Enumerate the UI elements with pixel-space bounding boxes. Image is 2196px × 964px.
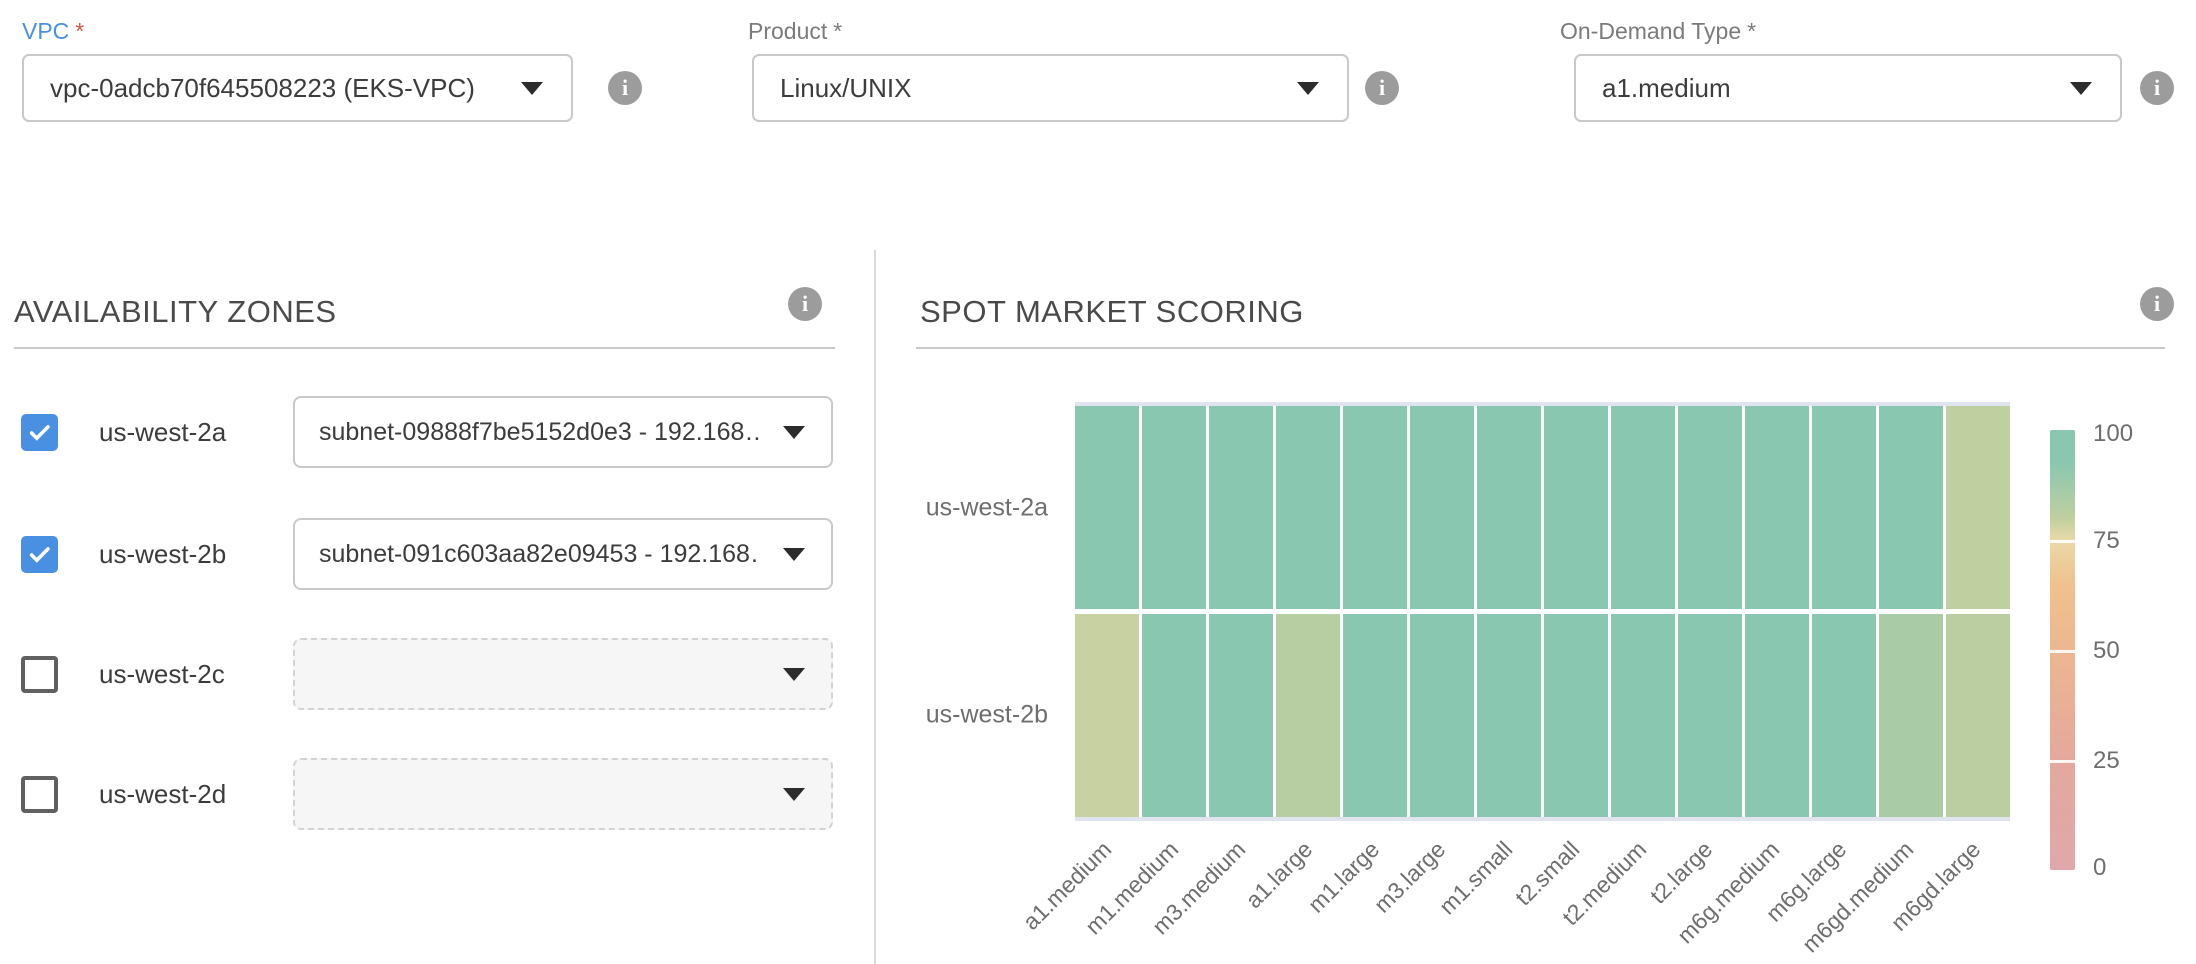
vpc-info-icon[interactable]: i (608, 71, 642, 105)
zone-label-us-west-2a: us-west-2a (99, 417, 226, 448)
colorbar-label-25: 25 (2093, 747, 2120, 775)
zone-label-us-west-2c: us-west-2c (99, 659, 225, 690)
heatmap-cell (1410, 406, 1474, 609)
colorbar-label-100: 100 (2093, 420, 2133, 448)
chevron-down-icon (783, 426, 805, 439)
heatmap-cell (1209, 614, 1273, 817)
chevron-down-icon (1297, 82, 1319, 95)
spot-market-scoring-info-icon[interactable]: i (2140, 287, 2174, 321)
on-demand-type-select-value: a1.medium (1576, 73, 1731, 104)
on-demand-type-info-icon[interactable]: i (2140, 71, 2174, 105)
subnet-select-us-west-2c[interactable] (293, 638, 833, 710)
chevron-down-icon (783, 548, 805, 561)
heatmap-cell (1477, 406, 1541, 609)
az-row-us-west-2c: us-west-2c (21, 638, 833, 710)
heatmap-cell (1678, 614, 1742, 817)
heatmap-cell (1946, 406, 2010, 609)
spot-market-scoring-title: SPOT MARKET SCORING (920, 294, 1304, 330)
heatmap-cell (1678, 406, 1742, 609)
product-select-value: Linux/UNIX (754, 73, 912, 104)
heatmap-cell (1477, 614, 1541, 817)
vpc-label-text: VPC (22, 18, 69, 44)
product-label-text: Product (748, 18, 827, 44)
vpc-label: VPC* (22, 18, 84, 45)
vpc-select-value: vpc-0adcb70f645508223 (EKS-VPC) (24, 73, 475, 104)
heatmap-cell (1544, 406, 1608, 609)
product-required-mark: * (833, 18, 842, 44)
subnet-select-us-west-2b[interactable]: subnet-091c603aa82e09453 - 192.168… (293, 518, 833, 590)
heatmap-cell (1879, 406, 1943, 609)
check-icon (26, 419, 53, 446)
heatmap-cell (1343, 614, 1407, 817)
availability-zones-info-icon[interactable]: i (788, 287, 822, 321)
availability-zones-title: AVAILABILITY ZONES (14, 294, 337, 330)
vpc-select[interactable]: vpc-0adcb70f645508223 (EKS-VPC) (22, 54, 573, 122)
heatmap-cell (1812, 406, 1876, 609)
zone-checkbox-us-west-2d[interactable] (21, 776, 58, 813)
heatmap-cell (1075, 614, 1139, 817)
heatmap-cell (1343, 406, 1407, 609)
product-select[interactable]: Linux/UNIX (752, 54, 1349, 122)
colorbar-label-75: 75 (2093, 527, 2120, 555)
availability-zones-divider (14, 347, 835, 349)
section-divider (874, 250, 876, 964)
heatmap-cell (1946, 614, 2010, 817)
subnet-select-value: subnet-09888f7be5152d0e3 - 192.168… (295, 418, 759, 447)
colorbar-tick (2050, 650, 2075, 653)
heatmap-colorbar (2050, 430, 2075, 870)
product-info-icon[interactable]: i (1365, 71, 1399, 105)
vpc-required-mark: * (75, 18, 84, 44)
subnet-select-us-west-2a[interactable]: subnet-09888f7be5152d0e3 - 192.168… (293, 396, 833, 468)
heatmap-cell (1544, 614, 1608, 817)
spot-market-scoring-divider (916, 347, 2165, 349)
zone-checkbox-us-west-2c[interactable] (21, 656, 58, 693)
chevron-down-icon (521, 82, 543, 95)
heatmap-cell (1075, 406, 1139, 609)
heatmap-row-label: us-west-2a (890, 494, 1048, 523)
az-row-us-west-2d: us-west-2d (21, 758, 833, 830)
check-icon (26, 541, 53, 568)
colorbar-tick (2050, 540, 2075, 543)
on-demand-type-label-text: On-Demand Type (1560, 18, 1741, 44)
on-demand-type-label: On-Demand Type* (1560, 18, 1756, 45)
chevron-down-icon (2070, 82, 2092, 95)
heatmap-cell (1209, 406, 1273, 609)
colorbar-label-50: 50 (2093, 637, 2120, 665)
heatmap-cell (1745, 614, 1809, 817)
heatmap-cell (1611, 406, 1675, 609)
zone-label-us-west-2b: us-west-2b (99, 539, 226, 570)
colorbar-tick (2050, 760, 2075, 763)
on-demand-type-required-mark: * (1747, 18, 1756, 44)
colorbar-label-0: 0 (2093, 854, 2106, 882)
heatmap-cell (1276, 614, 1340, 817)
heatmap-cell (1812, 614, 1876, 817)
az-row-us-west-2a: us-west-2a subnet-09888f7be5152d0e3 - 192… (21, 396, 833, 468)
heatmap-cell (1879, 614, 1943, 817)
spot-scoring-heatmap (1075, 402, 2010, 821)
zone-checkbox-us-west-2a[interactable] (21, 414, 58, 451)
heatmap-row-label: us-west-2b (890, 701, 1048, 730)
az-row-us-west-2b: us-west-2b subnet-091c603aa82e09453 - 192… (21, 518, 833, 590)
heatmap-cell (1142, 614, 1206, 817)
chevron-down-icon (783, 668, 805, 681)
chevron-down-icon (783, 788, 805, 801)
zone-checkbox-us-west-2b[interactable] (21, 536, 58, 573)
heatmap-cell (1745, 406, 1809, 609)
heatmap-cell (1142, 406, 1206, 609)
heatmap-cell (1276, 406, 1340, 609)
on-demand-type-select[interactable]: a1.medium (1574, 54, 2122, 122)
zone-label-us-west-2d: us-west-2d (99, 779, 226, 810)
heatmap-cell (1410, 614, 1474, 817)
heatmap-cell (1611, 614, 1675, 817)
product-label: Product* (748, 18, 842, 45)
subnet-select-us-west-2d[interactable] (293, 758, 833, 830)
spot-config-page: VPC* vpc-0adcb70f645508223 (EKS-VPC) i P… (0, 0, 2196, 964)
subnet-select-value: subnet-091c603aa82e09453 - 192.168… (295, 540, 759, 569)
